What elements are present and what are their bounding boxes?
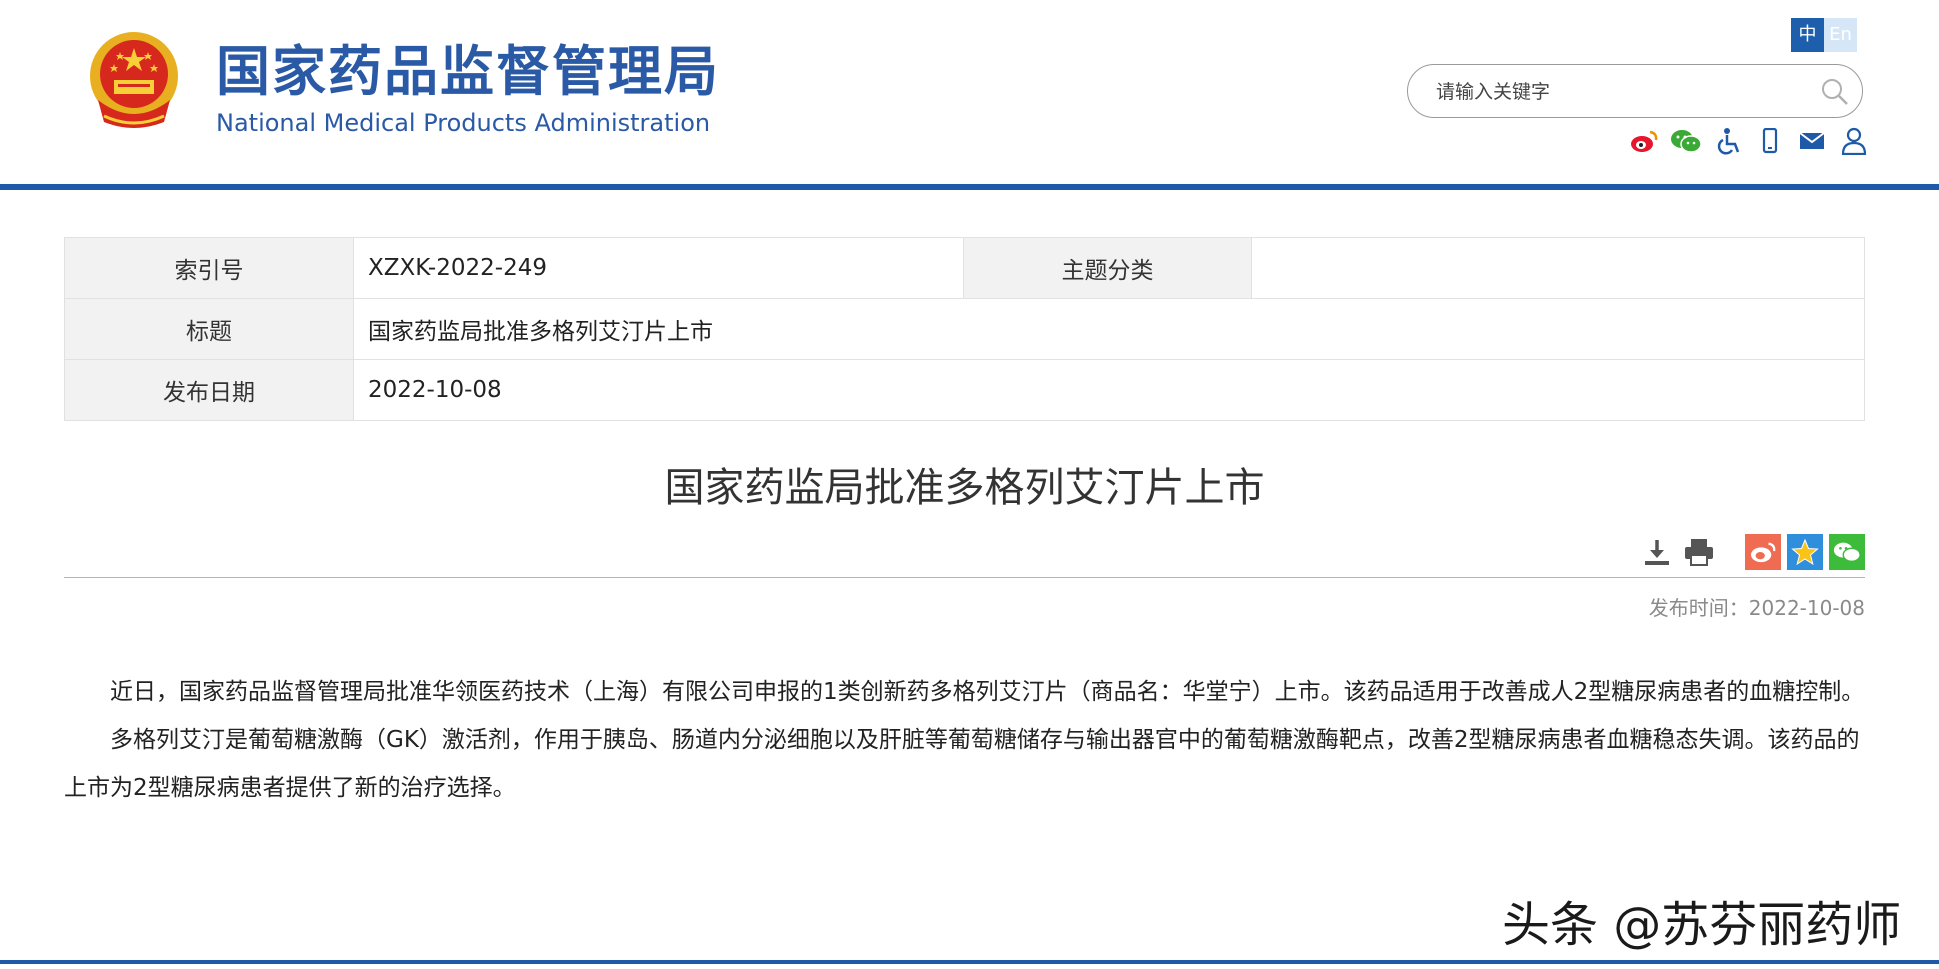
search-input[interactable] xyxy=(1434,75,1798,109)
topic-category-value xyxy=(1251,237,1865,299)
wechat-share-icon[interactable] xyxy=(1829,534,1865,570)
title-value: 国家药监局批准多格列艾汀片上市 xyxy=(353,298,1865,360)
index-number-value: XZXK-2022-249 xyxy=(353,237,964,299)
weibo-share-icon[interactable] xyxy=(1745,534,1781,570)
document-meta-table: 索引号 XZXK-2022-249 主题分类 标题 国家药监局批准多格列艾汀片上… xyxy=(64,237,1865,421)
language-switch: 中 En xyxy=(1791,18,1857,52)
user-icon[interactable] xyxy=(1838,126,1870,156)
site-title-en[interactable]: National Medical Products Administration xyxy=(216,108,710,138)
watermark: 头条 @苏芬丽药师 xyxy=(1502,897,1902,953)
national-emblem-logo[interactable] xyxy=(84,30,184,134)
article-body: 近日，国家药品监督管理局批准华领医药技术（上海）有限公司申报的1类创新药多格列艾… xyxy=(64,668,1865,812)
mail-icon[interactable] xyxy=(1796,126,1828,156)
site-title-cn[interactable]: 国家药品监督管理局 xyxy=(216,38,720,106)
search-box xyxy=(1407,64,1863,118)
accessibility-icon[interactable] xyxy=(1712,126,1744,156)
article-paragraph: 多格列艾汀是葡萄糖激酶（GK）激活剂，作用于胰岛、肠道内分泌细胞以及肝脏等葡萄糖… xyxy=(64,727,1860,801)
header-tools xyxy=(1628,126,1870,156)
publish-time: 发布时间：2022-10-08 xyxy=(1648,596,1865,620)
site-header: 国家药品监督管理局 National Medical Products Admi… xyxy=(0,0,1939,184)
weibo-icon[interactable] xyxy=(1628,126,1660,156)
lang-en-button[interactable]: En xyxy=(1824,18,1857,52)
publish-date-label: 发布日期 xyxy=(64,359,354,421)
article-title: 国家药监局批准多格列艾汀片上市 xyxy=(664,465,1265,511)
article-paragraph: 近日，国家药品监督管理局批准华领医药技术（上海）有限公司申报的1类创新药多格列艾… xyxy=(110,679,1865,705)
topic-category-label: 主题分类 xyxy=(963,237,1252,299)
title-divider xyxy=(64,577,1865,578)
index-number-label: 索引号 xyxy=(64,237,354,299)
lang-zh-button[interactable]: 中 xyxy=(1791,18,1824,52)
title-label: 标题 xyxy=(64,298,354,360)
print-icon[interactable] xyxy=(1681,534,1717,570)
favorite-icon[interactable] xyxy=(1787,534,1823,570)
download-icon[interactable] xyxy=(1639,534,1675,570)
search-icon[interactable] xyxy=(1820,77,1850,107)
article-toolbar xyxy=(1639,534,1871,570)
publish-date-value: 2022-10-08 xyxy=(353,359,1865,421)
footer-divider-bar xyxy=(0,960,1939,964)
header-divider-bar xyxy=(0,184,1939,190)
wechat-icon[interactable] xyxy=(1670,126,1702,156)
mobile-icon[interactable] xyxy=(1754,126,1786,156)
